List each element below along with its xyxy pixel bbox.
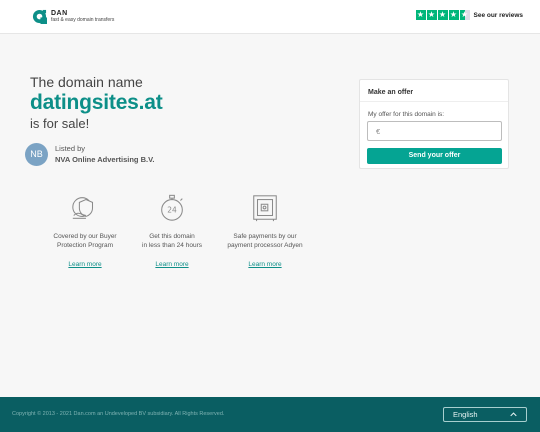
safe-icon [253,195,277,222]
half-star-icon: ★ [459,10,470,20]
offer-amount-input[interactable]: € [367,121,502,141]
chevron-up-icon [510,412,517,417]
feature-text-line1: Safe payments by our [233,233,297,240]
learn-more-link[interactable]: Learn more [248,261,281,268]
dan-logo-icon [32,9,47,24]
offer-card: Make an offer My offer for this domain i… [359,79,509,169]
star-icon: ★ [426,10,437,20]
listed-by-label: Listed by [55,144,86,154]
stopwatch-24-icon: 24 [161,194,183,221]
trustpilot-widget[interactable]: ★ ★ ★ ★ ★ See our reviews [415,10,524,20]
star-icon: ★ [448,10,459,20]
feature-text-line2: payment processor Adyen [227,241,303,249]
offer-title: Make an offer [360,80,508,102]
star-icon: ★ [437,10,448,20]
logo-name: DAN [51,10,68,17]
learn-more-link[interactable]: Learn more [155,261,188,268]
seller-info: NB Listed by NVA Online Advertising B.V. [25,143,154,166]
shield-hand-icon [72,197,94,219]
logo[interactable]: DAN fast & easy domain transfers [32,9,114,24]
send-offer-button[interactable]: Send your offer [367,148,502,164]
currency-symbol: € [376,127,381,136]
star-icon: ★ [415,10,426,20]
intro-heading: The domain name [30,74,143,90]
for-sale-text: is for sale! [30,116,90,131]
language-selector[interactable]: English [443,407,527,422]
avatar: NB [25,143,48,166]
site-header: DAN fast & easy domain transfers ★ ★ ★ ★… [0,0,540,34]
offer-label: My offer for this domain is: [368,111,445,118]
learn-more-link[interactable]: Learn more [68,261,101,268]
logo-tagline: fast & easy domain transfers [51,17,115,23]
feature-safe-payments: Safe payments by our payment processor A… [210,193,320,271]
seller-name: NVA Online Advertising B.V. [55,154,155,164]
copyright-text: Copyright © 2013 - 2021 Dan.com an Undev… [12,411,225,417]
domain-name: datingsites.at [30,91,163,114]
language-label: English [453,410,478,419]
domain-intro: The domain name datingsites.at is for sa… [30,74,163,131]
svg-text:24: 24 [167,206,177,215]
see-reviews-link[interactable]: See our reviews [474,12,524,19]
site-footer: Copyright © 2013 - 2021 Dan.com an Undev… [0,397,540,432]
rating-stars: ★ ★ ★ ★ ★ [415,10,470,20]
